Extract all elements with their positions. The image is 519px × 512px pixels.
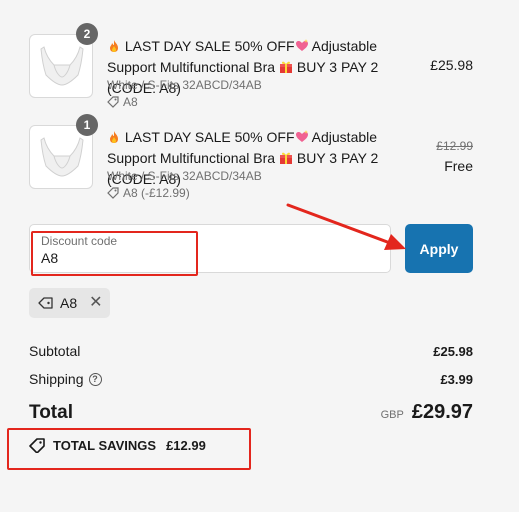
applied-discount-chip: A8 ✕ — [29, 288, 110, 318]
subtotal-label: Subtotal — [29, 343, 81, 359]
title-part-a: LAST DAY SALE 50% OFF — [124, 38, 295, 54]
tag-icon — [38, 297, 53, 309]
item-discount-code: A8 (-£12.99) — [123, 186, 190, 200]
sparkling-heart-emoji-icon — [295, 39, 308, 51]
subtotal-value: £25.98 — [433, 344, 473, 359]
tag-icon — [29, 438, 45, 453]
item-discount: A8 — [107, 95, 138, 109]
tag-icon — [107, 187, 119, 199]
discount-code-input[interactable]: A8 — [41, 250, 58, 266]
discount-code-label: Discount code — [41, 234, 118, 248]
total-value: £29.97 — [411, 401, 473, 423]
quantity-badge: 2 — [76, 23, 98, 45]
question-circle-icon[interactable]: ? — [88, 372, 102, 386]
item-discount: A8 (-£12.99) — [107, 186, 190, 200]
total-savings: TOTAL SAVINGS £12.99 — [29, 438, 206, 453]
total-row: Total GBP £29.97 — [29, 401, 473, 424]
shipping-value: £3.99 — [440, 372, 473, 387]
savings-value: £12.99 — [166, 438, 206, 453]
fire-emoji-icon — [110, 40, 118, 52]
item-discount-code: A8 — [123, 95, 138, 109]
item-price: £25.98 — [430, 57, 473, 73]
currency-code: GBP — [380, 409, 404, 421]
tag-icon — [107, 96, 119, 108]
total-label: Total — [29, 402, 73, 423]
item-price: Free — [444, 158, 473, 174]
original-price: £12.99 — [436, 139, 473, 153]
fire-emoji-icon — [110, 131, 118, 143]
savings-label: TOTAL SAVINGS — [53, 438, 157, 453]
variant-text: White / S-Fits 32ABCD/34AB — [107, 78, 262, 92]
apply-button[interactable]: Apply — [405, 224, 473, 273]
applied-discount-code: A8 — [60, 295, 78, 311]
gift-emoji-icon — [279, 152, 292, 164]
subtotal-row: Subtotal £25.98 — [29, 343, 473, 359]
title-part-a: LAST DAY SALE 50% OFF — [124, 129, 295, 145]
total-amount-group: GBP £29.97 — [381, 401, 473, 424]
quantity-badge: 1 — [76, 114, 98, 136]
sparkling-heart-emoji-icon — [295, 130, 308, 142]
shipping-row: Shipping ? £3.99 — [29, 371, 473, 387]
shipping-label: Shipping — [29, 371, 84, 387]
shipping-label-group: Shipping ? — [29, 371, 102, 387]
variant-text: White / S-Fits 32ABCD/34AB — [107, 169, 262, 183]
close-icon[interactable]: ✕ — [89, 295, 102, 311]
gift-emoji-icon — [279, 61, 292, 73]
discount-code-field[interactable]: Discount code A8 — [29, 224, 391, 273]
